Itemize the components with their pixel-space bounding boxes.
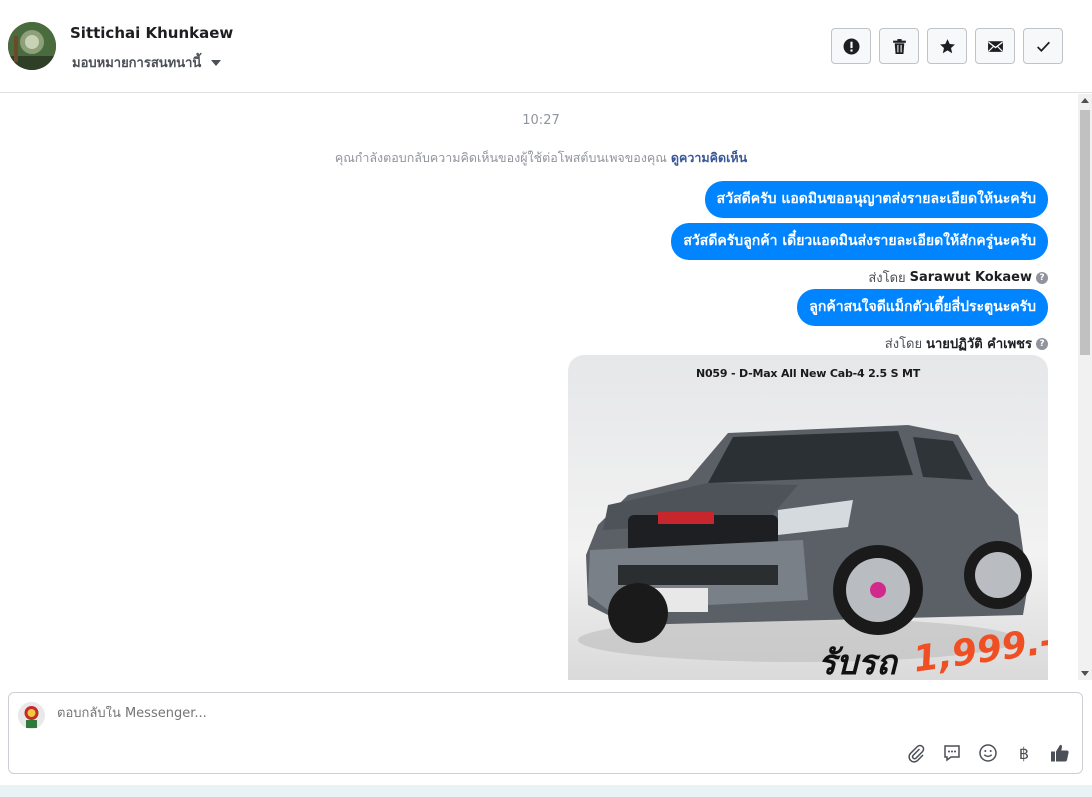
avatar[interactable] [8, 22, 56, 70]
trash-icon [892, 38, 906, 54]
caret-down-icon [211, 59, 222, 66]
message-thread[interactable]: 10:27 คุณกำลังตอบกลับความคิดเห็นของผู้ใช… [0, 94, 1078, 680]
baht-icon: ฿ [1018, 743, 1030, 763]
scroll-up-icon[interactable] [1081, 98, 1089, 103]
saved-replies-button[interactable] [942, 743, 962, 763]
timestamp: 10:27 [522, 113, 560, 128]
star-button[interactable] [927, 28, 967, 64]
attach-button[interactable] [906, 743, 926, 763]
envelope-icon [987, 40, 1003, 52]
question-icon[interactable]: ? [1036, 271, 1048, 284]
notice-text: คุณกำลังตอบกลับความคิดเห็นของผู้ใช้ต่อโพ… [334, 150, 667, 165]
mark-unread-button[interactable] [975, 28, 1015, 64]
mark-done-button[interactable] [1023, 28, 1063, 64]
page-avatar [18, 702, 45, 729]
reply-input[interactable] [57, 706, 957, 721]
scroll-thumb[interactable] [1080, 110, 1090, 355]
sent-by-label: ส่งโดย [884, 337, 923, 352]
sender-name: Sarawut Kokaew [909, 270, 1032, 285]
speech-bubble-icon [944, 745, 960, 762]
delete-button[interactable] [879, 28, 919, 64]
like-button[interactable] [1050, 743, 1070, 763]
header-actions [831, 28, 1063, 64]
sent-by-row: ส่งโดย นายปฏิวัติ คำเพชร ? [885, 333, 1048, 354]
view-comment-link[interactable]: ดูความคิดเห็น [671, 150, 747, 165]
emoji-button[interactable] [978, 743, 998, 763]
messenger-page: Sittichai Khunkaew มอบหมายการสนทนานี้ 10… [0, 0, 1092, 797]
assign-conversation-dropdown[interactable]: มอบหมายการสนทนานี้ [72, 52, 222, 73]
star-icon [939, 38, 955, 53]
message-bubble[interactable]: สวัสดีครับ แอดมินขออนุญาตส่งรายละเอียดให… [704, 181, 1048, 218]
conversation-header: Sittichai Khunkaew มอบหมายการสนทนานี้ [0, 0, 1092, 93]
question-icon[interactable]: ? [1036, 337, 1048, 350]
exclamation-icon [843, 38, 859, 54]
sent-by-label: ส่งโดย [868, 271, 906, 286]
message-bubble[interactable]: สวัสดีครับลูกค้า เดี๋ยวแอดมินส่งรายละเอี… [671, 223, 1048, 260]
paperclip-icon [908, 744, 925, 763]
user-name[interactable]: Sittichai Khunkaew [70, 24, 233, 42]
car-photo-message[interactable]: N059 - D-Max All New Cab-4 2.5 S MT รับร… [568, 355, 1048, 680]
spam-button[interactable] [831, 28, 871, 64]
thread-scrollbar[interactable] [1078, 94, 1092, 680]
assign-label: มอบหมายการสนทนานี้ [72, 56, 202, 71]
bottom-strip [0, 785, 1092, 797]
reply-composer: ฿ [8, 692, 1083, 774]
thumbs-up-icon [1051, 744, 1069, 762]
check-icon [1036, 41, 1050, 52]
smiley-icon [979, 744, 997, 762]
message-bubble[interactable]: ลูกค้าสนใจดีแม็กตัวเตี้ยสี่ประตูนะครับ [797, 289, 1048, 326]
price-prefix: รับรถ [818, 643, 897, 680]
sender-name: นายปฏิวัติ คำเพชร [926, 337, 1032, 352]
composer-tools: ฿ [906, 743, 1070, 763]
payment-button[interactable]: ฿ [1014, 743, 1034, 763]
reply-notice: คุณกำลังตอบกลับความคิดเห็นของผู้ใช้ต่อโพ… [0, 148, 1078, 168]
scroll-down-icon[interactable] [1081, 671, 1089, 676]
sent-by-row: ส่งโดย Sarawut Kokaew ? [868, 267, 1048, 288]
